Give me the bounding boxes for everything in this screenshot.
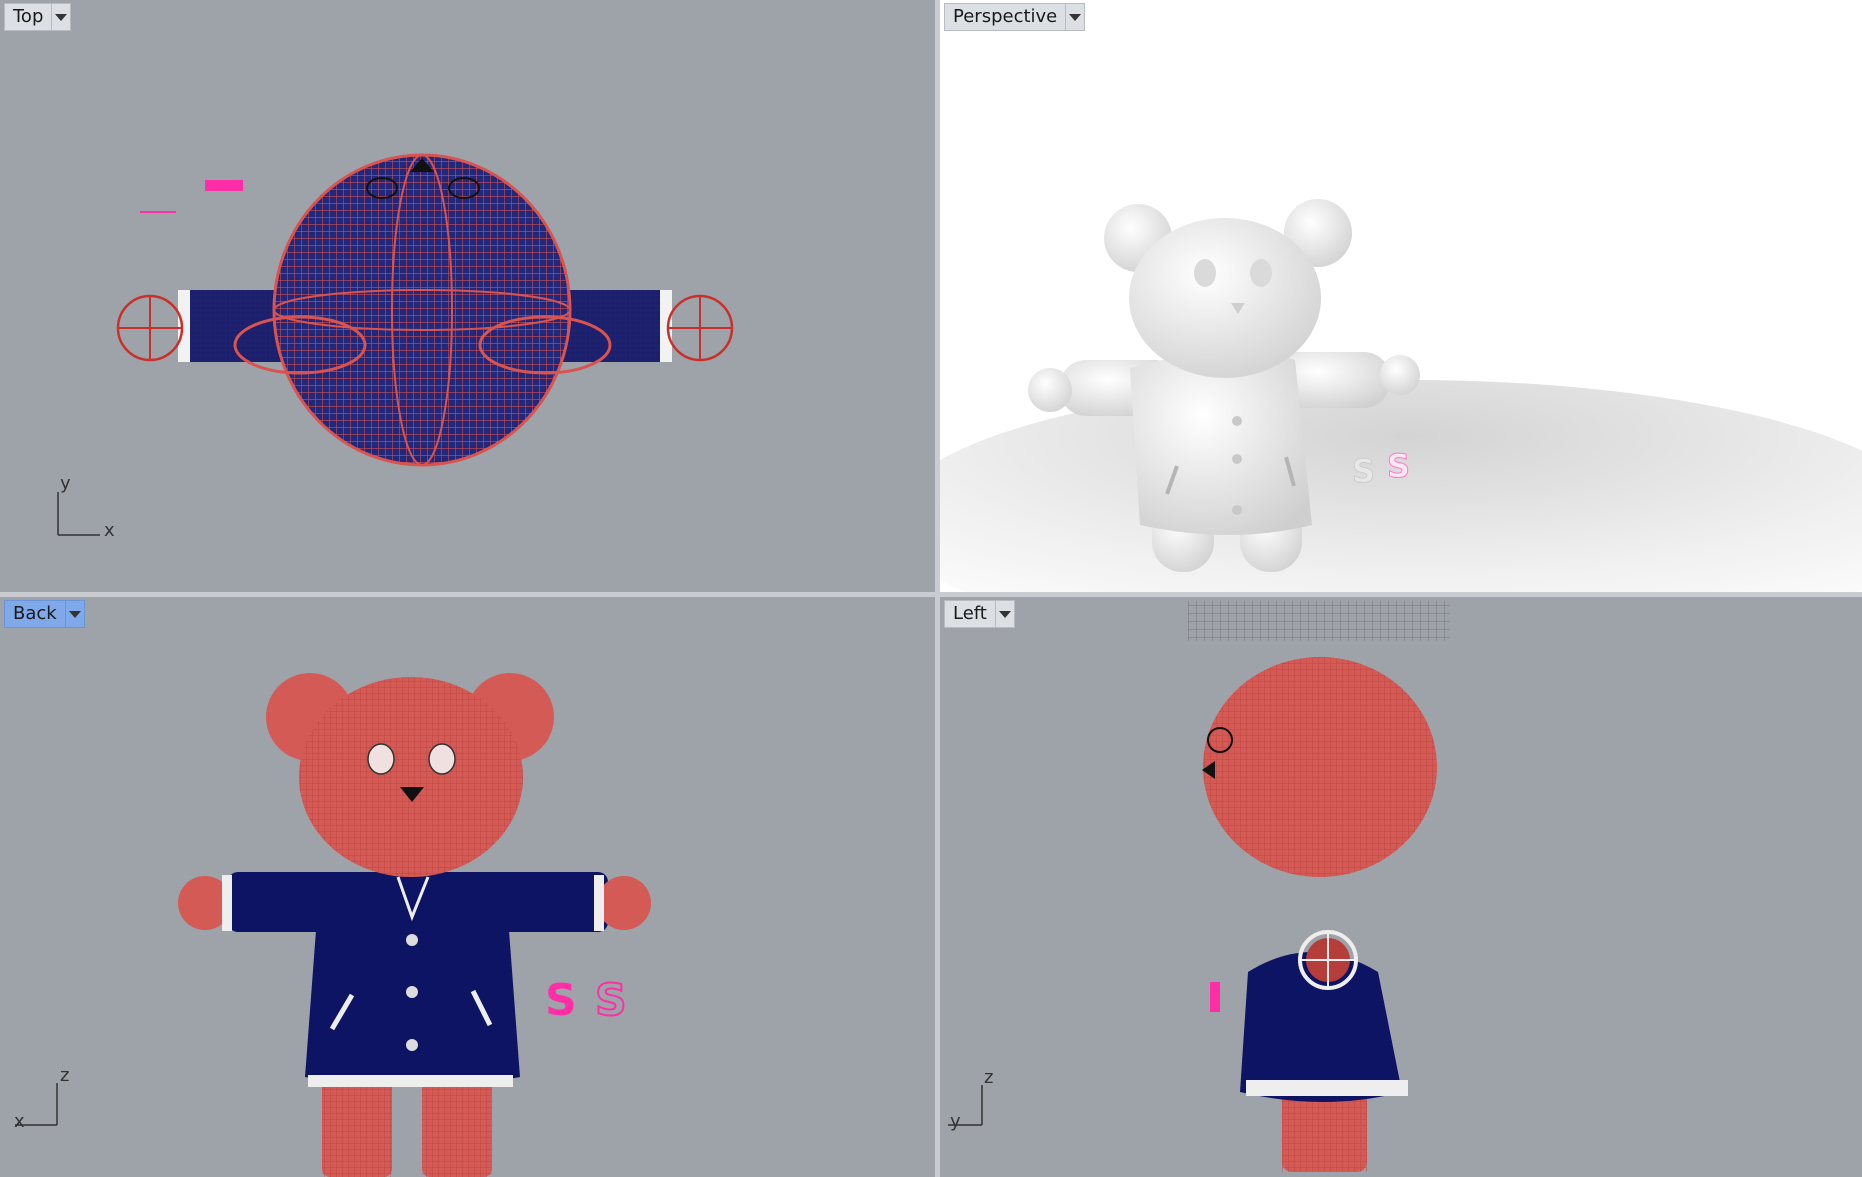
viewport-perspective[interactable]: Perspective S S bbox=[940, 0, 1862, 592]
axis-label-y: y bbox=[60, 473, 71, 494]
viewport-tab-perspective[interactable]: Perspective bbox=[944, 3, 1086, 31]
bear-head bbox=[1129, 218, 1321, 378]
jacket-body bbox=[305, 871, 520, 1087]
dropdown-arrow-icon[interactable] bbox=[64, 600, 85, 628]
axis-label-x: x bbox=[14, 1111, 25, 1132]
axis-label-x: x bbox=[104, 520, 115, 541]
axis-label-z: z bbox=[984, 1067, 994, 1088]
viewport-top[interactable]: Top y x bbox=[0, 0, 935, 592]
letter-s2-back: S bbox=[595, 975, 627, 1026]
viewport-tab-back[interactable]: Back bbox=[4, 600, 85, 628]
perspective-scene[interactable]: S S bbox=[940, 0, 1862, 592]
dropdown-arrow-icon[interactable] bbox=[51, 3, 72, 31]
viewport-label[interactable]: Top bbox=[4, 3, 52, 31]
axis-label-z: z bbox=[60, 1065, 70, 1086]
grid-block bbox=[1188, 601, 1450, 641]
top-scene[interactable] bbox=[0, 0, 935, 592]
letter-s1: S bbox=[1352, 452, 1375, 490]
bear-body bbox=[1130, 351, 1312, 535]
viewport-label[interactable]: Left bbox=[944, 600, 995, 628]
magenta-marker bbox=[205, 180, 243, 191]
letter-s1-back: S bbox=[545, 975, 577, 1026]
viewport-label[interactable]: Perspective bbox=[944, 3, 1066, 31]
viewport-back[interactable]: Back S S z x bbox=[0, 597, 935, 1177]
letter-s2: S bbox=[1387, 447, 1410, 485]
viewport-label[interactable]: Back bbox=[4, 600, 65, 628]
dropdown-arrow-icon[interactable] bbox=[994, 600, 1015, 628]
viewport-tab-top[interactable]: Top bbox=[4, 3, 72, 31]
viewport-tab-left[interactable]: Left bbox=[944, 600, 1015, 628]
axis-label-y: y bbox=[950, 1111, 961, 1132]
viewport-left[interactable]: Left z y bbox=[940, 597, 1862, 1177]
back-scene[interactable]: S S bbox=[0, 597, 935, 1177]
dropdown-arrow-icon[interactable] bbox=[1065, 3, 1086, 31]
left-scene[interactable] bbox=[940, 597, 1862, 1177]
axis-indicator bbox=[57, 492, 100, 536]
